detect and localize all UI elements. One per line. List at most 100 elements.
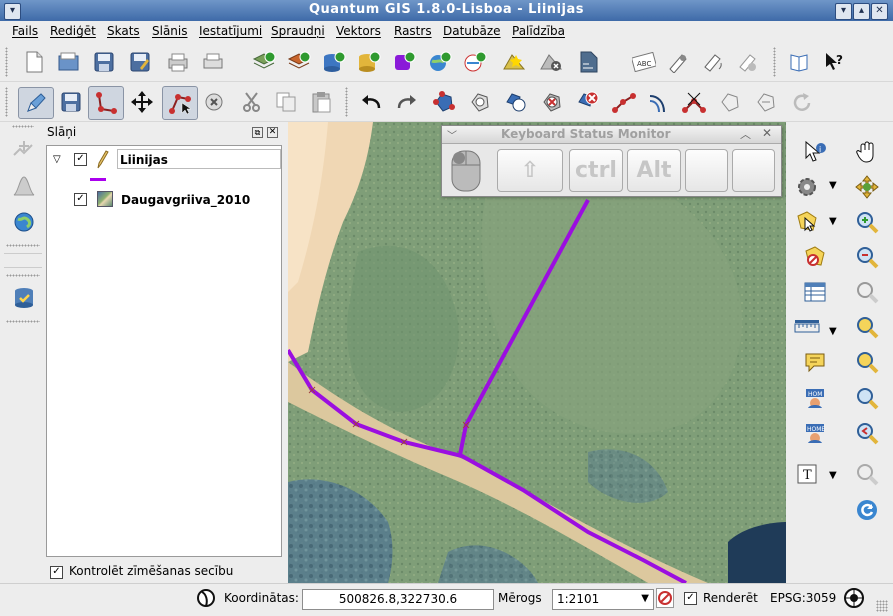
toolbar-grip[interactable]	[5, 87, 8, 117]
reshape-features-icon[interactable]	[610, 88, 638, 116]
chevron-down-icon[interactable]: ▼	[829, 326, 837, 337]
toolbar-grip[interactable]	[5, 47, 8, 77]
label-tool-icon[interactable]: ABC	[630, 48, 658, 76]
pan-to-selection-icon[interactable]	[853, 173, 881, 201]
close-button[interactable]: ✕	[871, 3, 888, 20]
keyboard-status-monitor[interactable]: ﹀ Keyboard Status Monitor ︿ ✕ ⇧ ctrl Alt	[441, 125, 782, 197]
globe-icon[interactable]	[10, 208, 38, 236]
minimize-button[interactable]: ▾	[835, 3, 852, 20]
coordinates-field[interactable]: 500826.8,322730.6	[302, 589, 494, 610]
toolbar-grip[interactable]	[6, 244, 40, 247]
zoom-to-selection-icon[interactable]	[853, 313, 881, 341]
crs-status[interactable]: EPSG:3059	[770, 591, 836, 605]
add-feature-icon[interactable]	[88, 86, 124, 120]
stop-rendering-icon[interactable]	[656, 588, 674, 608]
open-project-icon[interactable]	[55, 48, 83, 76]
monitor-title-bar[interactable]: ﹀ Keyboard Status Monitor ︿ ✕	[442, 126, 781, 144]
identify-icon[interactable]: i	[801, 138, 829, 166]
expand-arrow-icon[interactable]: ▽	[53, 154, 61, 165]
roll-up-icon[interactable]: ︿	[740, 126, 751, 142]
add-part-icon[interactable]	[502, 88, 530, 116]
render-order-checkbox[interactable]: ✓	[50, 566, 63, 579]
chevron-down-icon[interactable]: ▼	[829, 470, 837, 481]
layer-name[interactable]: Daugavgriiva_2010	[121, 193, 250, 207]
pan-icon[interactable]	[853, 138, 881, 166]
whats-this-icon[interactable]: ?	[820, 48, 848, 76]
toolbar-grip[interactable]	[345, 87, 348, 117]
deselect-features-icon[interactable]	[801, 243, 829, 271]
cut-features-icon[interactable]	[238, 88, 266, 116]
menu-vector[interactable]: Vektors	[336, 24, 381, 38]
node-tool-icon[interactable]	[162, 86, 198, 120]
toolbar-grip[interactable]	[6, 274, 40, 277]
print-icon[interactable]	[199, 48, 227, 76]
menu-help[interactable]: Palīdzība	[512, 24, 565, 38]
save-project-icon[interactable]	[90, 48, 118, 76]
select-features-icon[interactable]	[793, 208, 821, 236]
resize-grip[interactable]	[876, 600, 888, 612]
layer-visibility-checkbox[interactable]: ✓	[74, 193, 87, 206]
offset-curve-icon[interactable]	[645, 88, 673, 116]
add-spatialite-layer-icon[interactable]	[355, 48, 383, 76]
projection-icon[interactable]	[843, 587, 865, 612]
close-icon[interactable]: ✕	[762, 126, 772, 140]
menu-raster[interactable]: Rastrs	[394, 24, 432, 38]
menu-layer[interactable]: Slānis	[152, 24, 188, 38]
toolbar-grip[interactable]	[773, 47, 776, 77]
mouse-coordinates-icon[interactable]	[196, 587, 216, 612]
paste-features-icon[interactable]	[307, 88, 335, 116]
print-composer-icon[interactable]	[164, 48, 192, 76]
float-panel-icon[interactable]: ⧉	[252, 127, 263, 138]
show-bookmarks-icon[interactable]: HOME	[801, 419, 829, 447]
toggle-editing-icon[interactable]	[18, 87, 54, 119]
copy-features-icon[interactable]	[272, 88, 300, 116]
merge-features-icon[interactable]	[716, 88, 744, 116]
rotate-symbol-icon[interactable]	[788, 88, 816, 116]
move-feature-icon[interactable]	[128, 88, 156, 116]
redo-icon[interactable]	[393, 88, 421, 116]
save-as-icon[interactable]	[126, 48, 154, 76]
database-icon[interactable]	[10, 284, 38, 312]
add-mssql-layer-icon[interactable]	[390, 48, 418, 76]
render-checkbox[interactable]: ✓	[684, 592, 697, 605]
zoom-to-layer-icon[interactable]	[853, 348, 881, 376]
add-wms-layer-icon[interactable]	[426, 48, 454, 76]
close-panel-icon[interactable]: ✕	[267, 127, 278, 138]
delete-selected-icon[interactable]	[200, 88, 228, 116]
add-postgis-layer-icon[interactable]	[320, 48, 348, 76]
undo-icon[interactable]	[357, 88, 385, 116]
add-raster-layer-icon[interactable]	[285, 48, 313, 76]
menu-plugins[interactable]: Spraudņi	[271, 24, 325, 38]
gear-icon[interactable]	[793, 173, 821, 201]
layer-visibility-checkbox[interactable]: ✓	[74, 153, 87, 166]
delete-ring-icon[interactable]	[538, 88, 566, 116]
chevron-down-icon[interactable]: ▼	[829, 216, 837, 227]
measure-icon[interactable]	[793, 313, 821, 341]
new-project-icon[interactable]	[20, 48, 48, 76]
text-annotation-icon[interactable]: T	[793, 460, 821, 488]
refresh-icon[interactable]	[853, 496, 881, 524]
menu-settings[interactable]: Iestatījumi	[199, 24, 262, 38]
add-wcs-layer-icon[interactable]	[461, 48, 489, 76]
layer-name-editor[interactable]: Liinijas	[117, 149, 281, 169]
zoom-last-icon[interactable]	[853, 419, 881, 447]
attribute-table-icon[interactable]	[801, 278, 829, 306]
scale-combobox[interactable]: 1:2101 ▼	[552, 589, 654, 610]
menu-view[interactable]: Skats	[107, 24, 140, 38]
new-bookmark-icon[interactable]: HOM	[801, 384, 829, 412]
zoom-native-icon[interactable]	[853, 384, 881, 412]
toolbar-grip[interactable]	[6, 320, 40, 323]
remove-layer-icon[interactable]	[537, 48, 565, 76]
move-label-icon[interactable]	[664, 48, 692, 76]
zoom-out-icon[interactable]	[853, 243, 881, 271]
chevron-down-icon[interactable]: ▼	[829, 180, 837, 191]
toolbar-grip[interactable]	[12, 125, 34, 128]
save-edits-icon[interactable]	[57, 88, 85, 116]
maximize-button[interactable]: ▴	[853, 3, 870, 20]
delete-part-icon[interactable]	[574, 88, 602, 116]
add-ring-icon[interactable]	[466, 88, 494, 116]
menu-database[interactable]: Datubāze	[443, 24, 501, 38]
raster-histogram-icon[interactable]	[10, 172, 38, 200]
map-tips-icon[interactable]	[801, 348, 829, 376]
help-contents-icon[interactable]	[785, 48, 813, 76]
